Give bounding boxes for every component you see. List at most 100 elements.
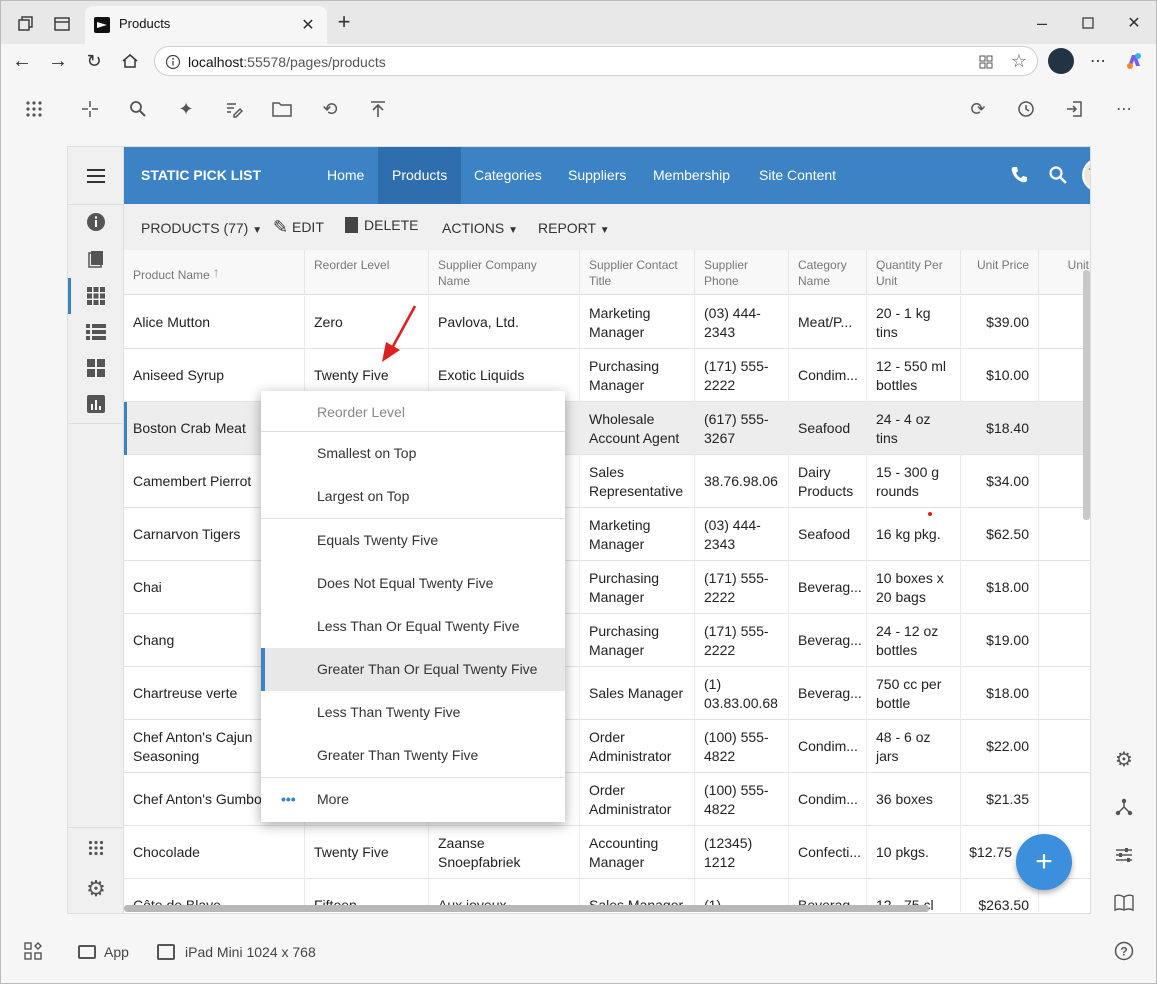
book-icon[interactable] [1113, 892, 1135, 914]
app-mode-button[interactable]: App [78, 941, 129, 963]
app-available-icon[interactable] [977, 53, 995, 71]
forward-icon[interactable]: → [47, 50, 69, 72]
app-launcher-icon[interactable] [84, 836, 108, 860]
cell-unit-price[interactable]: $22.00 [961, 720, 1039, 773]
edit-button[interactable]: ✎ EDIT [273, 217, 324, 238]
cell-unit-price[interactable]: $18.00 [961, 561, 1039, 614]
menu-item-less-or-equal[interactable]: Less Than Or Equal Twenty Five [261, 605, 565, 648]
cell-category[interactable]: Seafood [789, 402, 867, 455]
nav-membership[interactable]: Membership [639, 147, 744, 204]
menu-item-less-than[interactable]: Less Than Twenty Five [261, 691, 565, 734]
device-selector[interactable]: iPad Mini 1024 x 768 [157, 941, 316, 963]
search-icon[interactable] [127, 98, 149, 120]
cell-quantity[interactable]: 16 kg pkg. [867, 508, 961, 561]
menu-item-more[interactable]: ••• More [261, 778, 565, 821]
cell-product-name[interactable]: Alice Mutton [124, 296, 305, 349]
cell-unit-price[interactable]: $18.40 [961, 402, 1039, 455]
cell-phone[interactable]: (03) 444-2343 [695, 296, 789, 349]
cell-quantity[interactable]: 12 - 550 ml bottles [867, 349, 961, 402]
list-view-icon[interactable] [84, 320, 108, 344]
grid-view-icon[interactable] [84, 284, 108, 308]
cell-contact-title[interactable]: Order Administrator [580, 773, 695, 826]
user-avatar[interactable] [1082, 158, 1090, 192]
browser-menu-icon[interactable]: ⋯ [1087, 50, 1109, 72]
adjust-sliders-icon[interactable] [1113, 844, 1135, 866]
apps-grid-icon[interactable] [23, 98, 45, 120]
cell-unit-price[interactable]: $39.00 [961, 296, 1039, 349]
close-tab-icon[interactable]: ✕ [299, 16, 317, 34]
help-icon[interactable]: ? [1113, 940, 1135, 962]
column-header-supplier-phone[interactable]: Supplier Phone [695, 250, 789, 295]
cell-unit-price[interactable]: $19.00 [961, 614, 1039, 667]
ai-sparkle-icon[interactable]: ✦ [175, 98, 197, 120]
properties-gear-icon[interactable]: ⚙ [1113, 748, 1135, 771]
refresh-app-icon[interactable]: ⟳ [967, 98, 989, 120]
cell-phone[interactable]: (617) 555-3267 [695, 402, 789, 455]
close-window-icon[interactable]: ✕ [1123, 13, 1145, 33]
browser-tab[interactable]: Products ✕ [85, 6, 327, 45]
cell-phone[interactable]: (1) 03.83.00.68 [695, 667, 789, 720]
home-icon[interactable] [119, 50, 141, 72]
workspaces-icon[interactable] [15, 13, 37, 35]
cell-phone[interactable]: (171) 555-2222 [695, 561, 789, 614]
column-header-supplier-company[interactable]: Supplier Company Name [429, 250, 580, 295]
cell-quantity[interactable]: 10 boxes x 20 bags [867, 561, 961, 614]
cell-product-name[interactable]: Chocolade [124, 826, 305, 879]
cell-contact-title[interactable]: Order Administrator [580, 720, 695, 773]
site-info-icon[interactable] [164, 53, 182, 71]
horizontal-scrollbar[interactable] [124, 905, 929, 912]
cell-reorder-level[interactable]: Twenty Five [305, 826, 429, 879]
column-header-supplier-contact-title[interactable]: Supplier Contact Title [580, 250, 695, 295]
code-folder-icon[interactable] [271, 98, 293, 120]
cell-unit-price[interactable]: $10.00 [961, 349, 1039, 402]
cell-category[interactable]: Seafood [789, 508, 867, 561]
form-view-icon[interactable] [84, 247, 108, 271]
more-options-icon[interactable]: ⋯ [1113, 98, 1135, 120]
cell-contact-title[interactable]: Marketing Manager [580, 508, 695, 561]
cell-contact-title[interactable]: Purchasing Manager [580, 349, 695, 402]
cell-category[interactable]: Meat/P... [789, 296, 867, 349]
cell-quantity[interactable]: 15 - 300 g rounds [867, 455, 961, 508]
cards-view-icon[interactable] [84, 356, 108, 380]
cell-quantity[interactable]: 24 - 12 oz bottles [867, 614, 961, 667]
cell-unit-price[interactable]: $62.50 [961, 508, 1039, 561]
nav-home[interactable]: Home [313, 147, 378, 204]
widgets-icon[interactable] [22, 940, 44, 962]
cell-phone[interactable]: (171) 555-2222 [695, 614, 789, 667]
cell-contact-title[interactable]: Sales Representative [580, 455, 695, 508]
cell-phone[interactable]: (100) 555-4822 [695, 720, 789, 773]
cell-contact-title[interactable]: Wholesale Account Agent [580, 402, 695, 455]
cell-phone[interactable]: (12345) 1212 [695, 826, 789, 879]
nav-site-content[interactable]: Site Content [745, 147, 850, 204]
cell-supplier-company[interactable]: Pavlova, Ltd. [429, 296, 580, 349]
column-header-quantity-per-unit[interactable]: Quantity Per Unit [867, 250, 961, 295]
menu-item-not-equal[interactable]: Does Not Equal Twenty Five [261, 562, 565, 605]
cell-contact-title[interactable]: Marketing Manager [580, 296, 695, 349]
publish-icon[interactable] [367, 98, 389, 120]
chart-view-icon[interactable] [84, 392, 108, 416]
menu-item-equals[interactable]: Equals Twenty Five [261, 519, 565, 562]
settings-gear-icon[interactable]: ⚙ [84, 876, 108, 901]
minimize-icon[interactable]: – [1031, 13, 1053, 33]
hamburger-menu-icon[interactable] [84, 164, 108, 188]
nav-categories[interactable]: Categories [460, 147, 556, 204]
menu-item-sort-largest[interactable]: Largest on Top [261, 475, 565, 518]
cell-category[interactable]: Beverag... [789, 614, 867, 667]
cell-contact-title[interactable]: Purchasing Manager [580, 561, 695, 614]
info-icon[interactable] [84, 210, 108, 234]
cell-contact-title[interactable]: Accounting Manager [580, 826, 695, 879]
cell-category[interactable]: Dairy Products [789, 455, 867, 508]
cell-category[interactable]: Condim... [789, 720, 867, 773]
products-dropdown[interactable]: PRODUCTS (77) ▼ [141, 220, 262, 236]
report-dropdown[interactable]: REPORT ▼ [538, 220, 610, 236]
table-row[interactable]: Chocolade Twenty Five Zaanse Snoepfabriek A… [124, 826, 1090, 879]
column-header-reorder-level[interactable]: Reorder Level [305, 250, 429, 295]
new-tab-icon[interactable]: + [333, 9, 355, 34]
cell-contact-title[interactable]: Sales Manager [580, 667, 695, 720]
cell-quantity[interactable]: 36 boxes [867, 773, 961, 826]
cell-phone[interactable]: (171) 555-2222 [695, 349, 789, 402]
app-brand[interactable]: STATIC PICK LIST [141, 167, 261, 183]
add-record-button[interactable]: + [1016, 834, 1072, 890]
sync-icon[interactable]: ⟲ [319, 98, 341, 120]
hierarchy-icon[interactable] [1113, 796, 1135, 818]
